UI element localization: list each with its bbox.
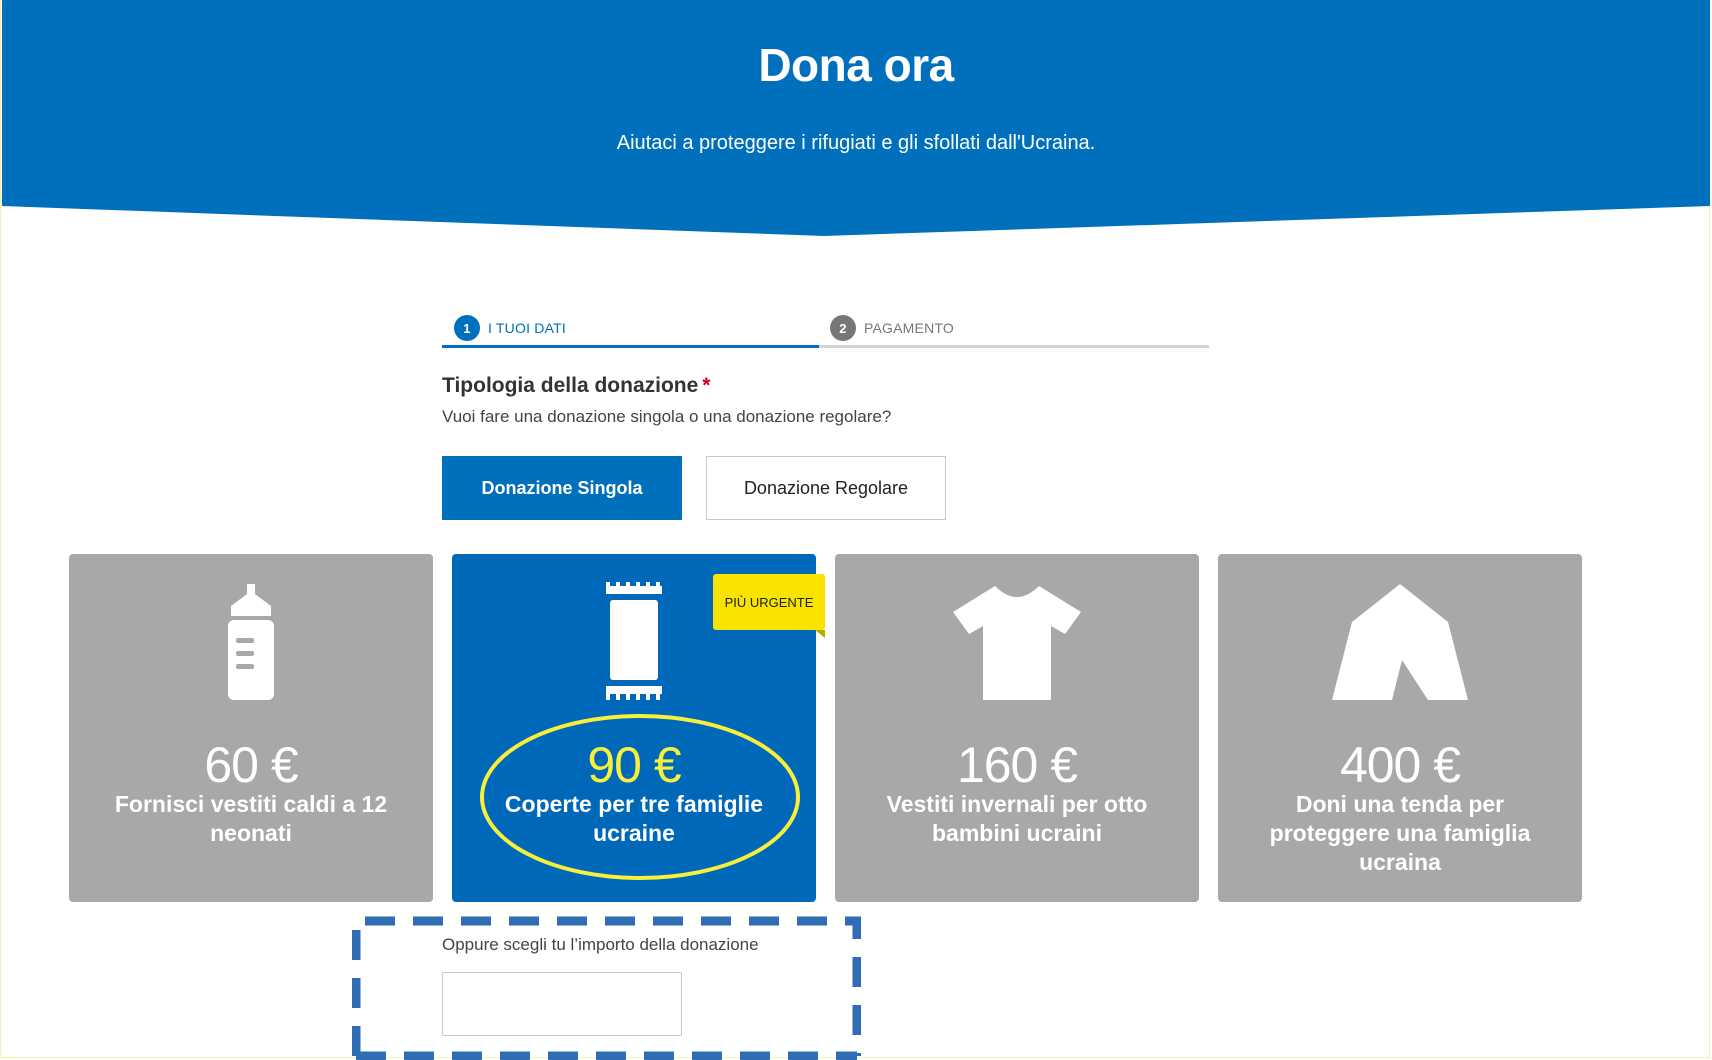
card-amount: 160 € bbox=[956, 737, 1078, 793]
card-description: Doni una tenda per proteggere una famigl… bbox=[1269, 791, 1531, 875]
card-amount: 90 € bbox=[587, 737, 681, 793]
step-payment[interactable]: 2 PAGAMENTO bbox=[830, 310, 954, 346]
amount-card-90[interactable]: PIÙ URGENTE 90 € Coperte per tre famigli… bbox=[452, 554, 825, 902]
tshirt-icon bbox=[835, 582, 1199, 712]
urgent-badge: PIÙ URGENTE bbox=[713, 574, 825, 638]
amount-card-60[interactable]: 60 € Fornisci vestiti caldi a 12 neonati bbox=[69, 554, 433, 902]
regular-donation-button[interactable]: Donazione Regolare bbox=[706, 456, 946, 520]
baby-bottle-icon bbox=[69, 582, 433, 712]
step-number: 1 bbox=[454, 315, 480, 341]
step-indicator: 1 I TUOI DATI 2 PAGAMENTO bbox=[442, 310, 1209, 348]
amount-card-160[interactable]: 160 € Vestiti invernali per otto bambini… bbox=[835, 554, 1199, 902]
hero-background bbox=[2, 0, 1710, 236]
single-donation-button[interactable]: Donazione Singola bbox=[442, 456, 682, 520]
step-label: I TUOI DATI bbox=[488, 320, 566, 336]
urgent-badge-label: PIÙ URGENTE bbox=[713, 574, 825, 630]
step-number: 2 bbox=[830, 315, 856, 341]
card-description: Vestiti invernali per otto bambini ucrai… bbox=[886, 791, 1148, 846]
amount-card-400[interactable]: 400 € Doni una tenda per proteggere una … bbox=[1218, 554, 1582, 902]
custom-amount-input[interactable] bbox=[442, 972, 682, 1036]
card-description: Fornisci vestiti caldi a 12 neonati bbox=[114, 791, 388, 846]
hero-banner: Dona ora Aiutaci a proteggere i rifugiat… bbox=[2, 0, 1710, 240]
step-your-data[interactable]: 1 I TUOI DATI bbox=[454, 310, 566, 346]
required-mark: * bbox=[702, 374, 711, 397]
card-description: Coperte per tre famiglie ucraine bbox=[504, 791, 764, 846]
tent-icon bbox=[1218, 582, 1582, 712]
step-label: PAGAMENTO bbox=[864, 320, 954, 336]
page-subtitle: Aiutaci a proteggere i rifugiati e gli s… bbox=[616, 132, 1096, 154]
urgent-badge-fold bbox=[815, 630, 825, 638]
card-amount: 60 € bbox=[204, 737, 298, 793]
donation-type-label: Tipologia della donazione bbox=[442, 374, 699, 397]
donation-type-heading: Tipologia della donazione * bbox=[442, 374, 710, 398]
donation-type-help: Vuoi fare una donazione singola o una do… bbox=[442, 407, 892, 426]
page-title: Dona ora bbox=[758, 39, 954, 91]
custom-amount-label: Oppure scegli tu l’importo della donazio… bbox=[442, 935, 759, 954]
step-progress-fill bbox=[442, 345, 819, 348]
card-amount: 400 € bbox=[1339, 737, 1461, 793]
